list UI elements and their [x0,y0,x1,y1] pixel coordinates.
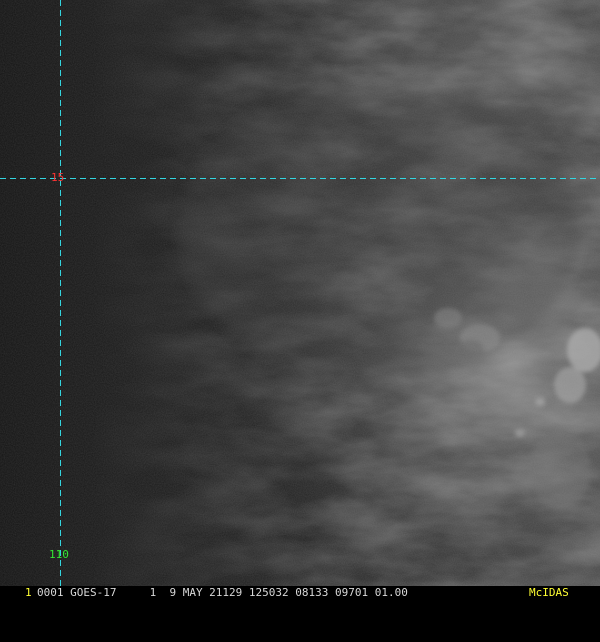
status-bar: 1 0001 GOES-17 1 9 MAY 21129 125032 0813… [0,586,600,600]
satellite-image [0,0,600,586]
noise-overlay [0,0,600,586]
latitude-label: 15 [51,171,65,184]
frame-number: 1 [25,586,32,599]
longitude-label: 110 [49,548,69,561]
mcidas-brand: McIDAS [529,586,569,599]
image-metadata-text: 0001 GOES-17 1 9 MAY 21129 125032 08133 … [37,586,408,599]
satellite-viewport: 15 110 [0,0,600,600]
